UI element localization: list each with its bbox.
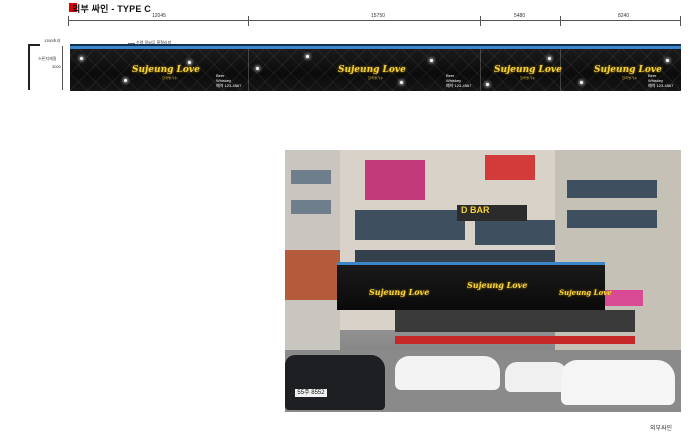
white-car [395,356,500,390]
roof-awning [395,310,635,332]
banner-info: Beer Whiskey 예약 123-4567 [648,73,674,88]
photo-caption: 외부싸인 [650,426,673,432]
dimension-line [68,20,680,21]
page-title: 외부 싸인 - TYPE C [72,4,151,14]
side-profile-top [28,44,40,46]
banner-logo-sub: 한국명가수 [368,76,384,80]
sparkle-icon [430,59,433,62]
sparkle-icon [666,59,669,62]
dimension-tick [480,16,481,26]
banner-logo: Sujeung Love [338,65,406,75]
shop-signs-left [285,250,340,300]
dimension-tick [248,16,249,26]
dimension-tick [680,16,681,26]
dimension-label: 8240 [618,13,630,19]
upper-sign [365,160,425,200]
dbar-sign: D BAR [457,205,527,221]
sparkle-icon [188,61,191,64]
sparkle-icon [400,81,403,84]
sparkle-icon [256,67,259,70]
dark-car [285,355,385,410]
side-profile [28,44,30,90]
segment-divider [480,49,481,91]
side-height-label: 3000 [52,64,61,69]
dimension-label: 15750 [371,13,385,19]
sign-banner: Sujeung Love 한국명가수 Beer Whiskey 예약 123-4… [70,46,681,91]
side-material-label: 스폰지재질 [38,56,57,61]
sparkle-icon [580,81,583,84]
banner-logo: Sujeung Love [494,65,562,75]
sparkle-icon [486,83,489,86]
dimension-tick [560,16,561,26]
banner-logo: Sujeung Love [132,65,200,75]
installed-banner-logo: Sujeung Love [559,288,612,297]
car-plate: 55주 8552 [295,389,327,397]
side-thickness-label: 1350초과 [44,38,61,43]
dimension-label: 5480 [514,13,526,19]
installed-banner-logo: Sujeung Love [467,280,528,290]
banner-logo-sub: 한국명가수 [520,76,536,80]
banner-logo-sub: 한국명가수 [162,76,178,80]
segment-divider [248,49,249,91]
sparkle-icon [306,55,309,58]
banner-logo-sub: 한국명가수 [622,76,638,80]
white-car [505,362,567,392]
upper-sign [485,155,535,180]
sparkle-icon [124,79,127,82]
building-photo: D BAR Sujeung Love Sujeung Love Sujeung … [285,150,681,412]
dimension-tick [68,16,69,26]
sparkle-icon [548,57,551,60]
installed-banner-logo: Sujeung Love [369,287,430,297]
white-suv [561,360,675,405]
height-dimension-line [62,46,63,90]
sparkle-icon [80,57,83,60]
dimension-label: 12045 [152,13,166,19]
banner-info: Beer Whiskey 예약 123-4567 [446,73,472,88]
banner-info: Beer Whiskey 예약 123-4567 [216,73,242,88]
red-awning [395,336,635,344]
